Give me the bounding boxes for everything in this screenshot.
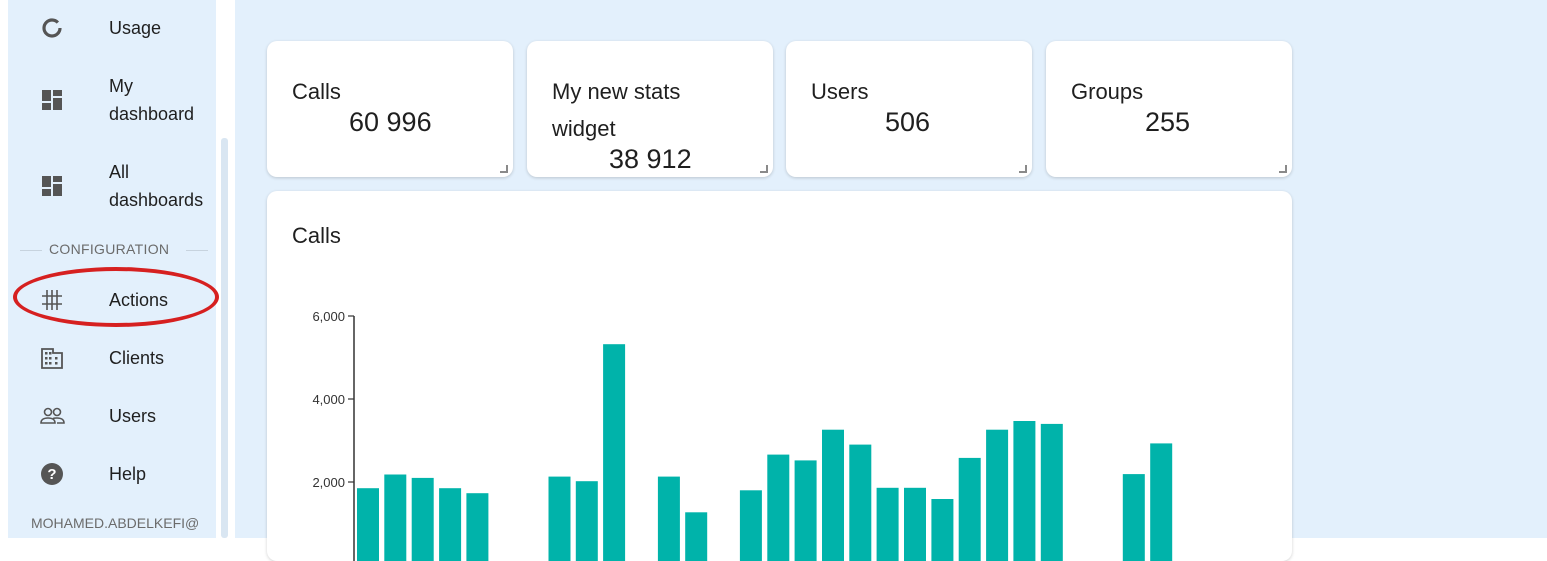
calls-bar-chart: 2,000 4,000 6,000	[267, 191, 1292, 561]
y-tick-label: 6,000	[312, 309, 345, 324]
sidebar-item-label: Clients	[109, 344, 164, 372]
stat-title: My new stats widget	[552, 73, 722, 147]
chart-card-calls[interactable]: Calls 2,0004,0006,000	[267, 191, 1292, 561]
usage-ring-icon	[38, 14, 66, 42]
chart-bar[interactable]	[849, 445, 871, 561]
resize-handle[interactable]	[760, 165, 768, 173]
y-tick-label: 2,000	[312, 475, 345, 490]
y-tick-label: 4,000	[312, 392, 345, 407]
sidebar-item-my-dashboard[interactable]: My dashboard	[8, 72, 216, 128]
section-label-configuration: CONFIGURATION	[8, 240, 216, 260]
dashboard-area: Calls 60 996 My new stats widget 38 912 …	[235, 0, 1547, 538]
chart-bar[interactable]	[1123, 474, 1145, 561]
current-user-email: MOHAMED.ABDELKEFI@	[31, 515, 216, 531]
chart-bar[interactable]	[795, 460, 817, 561]
chart-bar[interactable]	[412, 478, 434, 561]
chart-bar[interactable]	[986, 430, 1008, 561]
svg-text:?: ?	[47, 466, 56, 483]
building-icon	[38, 344, 66, 372]
stat-value: 38 912	[609, 144, 692, 175]
help-icon: ?	[38, 460, 66, 488]
dashboard-icon	[38, 172, 66, 200]
resize-handle[interactable]	[500, 165, 508, 173]
section-label-text: CONFIGURATION	[49, 241, 169, 257]
sidebar-item-clients[interactable]: Clients	[8, 344, 216, 372]
chart-bar[interactable]	[466, 493, 488, 561]
grid-hash-icon	[38, 286, 66, 314]
chart-bar[interactable]	[685, 512, 707, 561]
chart-bar[interactable]	[877, 488, 899, 561]
sidebar-scrollbar[interactable]	[221, 138, 228, 538]
chart-bar[interactable]	[1150, 443, 1172, 561]
stat-value: 506	[885, 107, 930, 138]
sidebar-item-actions[interactable]: Actions	[8, 286, 216, 314]
sidebar-item-label: Help	[109, 460, 146, 488]
dashboard-icon	[38, 86, 66, 114]
chart-bar[interactable]	[384, 475, 406, 561]
chart-bar[interactable]	[357, 488, 379, 561]
stat-title: Calls	[292, 73, 341, 110]
sidebar-item-label: Users	[109, 402, 156, 430]
stat-card-users[interactable]: Users 506	[786, 41, 1032, 177]
sidebar-item-help[interactable]: ? Help	[8, 460, 216, 488]
chart-bar[interactable]	[931, 499, 953, 561]
stat-card-my-new-stats-widget[interactable]: My new stats widget 38 912	[527, 41, 773, 177]
sidebar-item-label: My dashboard	[109, 72, 194, 128]
chart-bar[interactable]	[1041, 424, 1063, 561]
chart-bar[interactable]	[439, 488, 461, 561]
sidebar-item-all-dashboards[interactable]: All dashboards	[8, 158, 216, 214]
resize-handle[interactable]	[1019, 165, 1027, 173]
chart-bar[interactable]	[549, 477, 571, 561]
stat-title: Groups	[1071, 73, 1143, 110]
chart-bar[interactable]	[767, 455, 789, 561]
users-icon	[38, 402, 66, 430]
sidebar-item-usage[interactable]: Usage	[8, 14, 216, 42]
sidebar: Usage My dashboard All dashboards CONFIG…	[0, 0, 230, 538]
chart-bar[interactable]	[576, 481, 598, 561]
divider	[20, 250, 42, 251]
resize-handle[interactable]	[1279, 165, 1287, 173]
sidebar-item-label: Usage	[109, 14, 161, 42]
chart-bar[interactable]	[959, 458, 981, 561]
stat-value: 255	[1145, 107, 1190, 138]
divider	[186, 250, 208, 251]
sidebar-item-label: All dashboards	[109, 158, 203, 214]
chart-bar[interactable]	[740, 490, 762, 561]
chart-bar[interactable]	[1013, 421, 1035, 561]
sidebar-item-label: Actions	[109, 286, 168, 314]
chart-bar[interactable]	[904, 488, 926, 561]
stat-card-groups[interactable]: Groups 255	[1046, 41, 1292, 177]
stat-title: Users	[811, 73, 868, 110]
chart-bar[interactable]	[603, 344, 625, 561]
chart-bar[interactable]	[658, 477, 680, 561]
stat-value: 60 996	[349, 107, 432, 138]
chart-bar[interactable]	[822, 430, 844, 561]
sidebar-item-users[interactable]: Users	[8, 402, 216, 430]
stat-card-calls[interactable]: Calls 60 996	[267, 41, 513, 177]
